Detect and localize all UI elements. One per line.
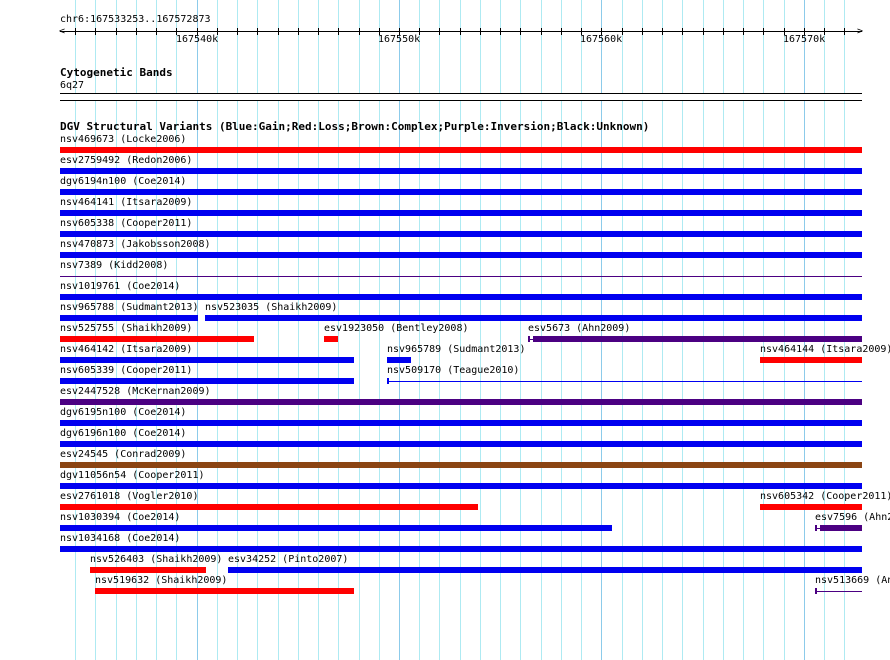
variant-dgv6196n100[interactable] [60, 441, 862, 447]
variant-nsv464144[interactable] [760, 357, 862, 363]
variant-label: nsv464144 (Itsara2009) [760, 344, 890, 355]
variant-nsv605338[interactable] [60, 231, 862, 237]
variant-label: dgv6195n100 (Coe2014) [60, 407, 187, 418]
variant-label: nsv523035 (Shaikh2009) [205, 302, 338, 313]
variant-esv2761018[interactable] [60, 504, 478, 510]
variant-nsv1019761[interactable] [60, 294, 862, 300]
variant-label: nsv464142 (Itsara2009) [60, 344, 193, 355]
variant-label: esv7596 (Ahn2 [815, 512, 890, 523]
variant-nsv526403[interactable] [90, 567, 206, 573]
variant-label: esv1923050 (Bentley2008) [324, 323, 469, 334]
variant-label: nsv509170 (Teague2010) [387, 365, 520, 376]
variant-label: nsv519632 (Shaikh2009) [95, 575, 228, 586]
dgv-track: nsv469673 (Locke2006) esv2759492 (Redon20… [0, 0, 890, 660]
variant-nsv519632[interactable] [95, 588, 354, 594]
variant-esv34252[interactable] [228, 567, 862, 573]
variant-nsv605339[interactable] [60, 378, 354, 384]
variant-label: nsv470873 (Jakobsson2008) [60, 239, 211, 250]
variant-label: esv5673 (Ahn2009) [528, 323, 631, 334]
variant-esv7596[interactable] [820, 525, 862, 531]
variant-nsv1030394[interactable] [60, 525, 612, 531]
variant-nsv605342[interactable] [760, 504, 862, 510]
variant-esv2759492[interactable] [60, 168, 862, 174]
variant-label: nsv1019761 (Coe2014) [60, 281, 181, 292]
variant-esv2447528[interactable] [60, 399, 862, 405]
variant-label: nsv605339 (Cooper2011) [60, 365, 193, 376]
variant-nsv470873[interactable] [60, 252, 862, 258]
variant-nsv965788[interactable] [60, 315, 198, 321]
variant-label: dgv6196n100 (Coe2014) [60, 428, 187, 439]
variant-nsv1034168[interactable] [60, 546, 862, 552]
variant-dgv11056n54[interactable] [60, 483, 862, 489]
variant-esv1923050[interactable] [324, 336, 338, 342]
variant-esv5673[interactable] [533, 336, 862, 342]
variant-label: esv24545 (Conrad2009) [60, 449, 187, 460]
variant-label: dgv6194n100 (Coe2014) [60, 176, 187, 187]
variant-label: nsv965789 (Sudmant2013) [387, 344, 526, 355]
variant-label: nsv1030394 (Coe2014) [60, 512, 181, 523]
variant-nsv523035[interactable] [205, 315, 862, 321]
variant-nsv965789[interactable] [387, 357, 411, 363]
variant-label: nsv464141 (Itsara2009) [60, 197, 193, 208]
variant-label: nsv526403 (Shaikh2009) [90, 554, 223, 565]
variant-nsv464141[interactable] [60, 210, 862, 216]
variant-nsv7389[interactable] [60, 276, 862, 277]
variant-label: esv34252 (Pinto2007) [228, 554, 349, 565]
variant-nsv525755[interactable] [60, 336, 254, 342]
variant-label: nsv525755 (Shaikh2009) [60, 323, 193, 334]
variant-nsv469673[interactable] [60, 147, 862, 153]
variant-label: nsv605338 (Cooper2011) [60, 218, 193, 229]
variant-nsv509170[interactable] [387, 381, 862, 382]
variant-nsv464142[interactable] [60, 357, 354, 363]
variant-esv24545[interactable] [60, 462, 862, 468]
variant-dgv6195n100[interactable] [60, 420, 862, 426]
variant-label: dgv11056n54 (Cooper2011) [60, 470, 205, 481]
variant-label: nsv605342 (Cooper2011) [760, 491, 890, 502]
variant-label: nsv513669 (An [815, 575, 890, 586]
variant-label: nsv1034168 (Coe2014) [60, 533, 181, 544]
variant-label: nsv469673 (Locke2006) [60, 134, 187, 145]
variant-dgv6194n100[interactable] [60, 189, 862, 195]
variant-nsv513669[interactable] [815, 591, 862, 592]
variant-label: nsv7389 (Kidd2008) [60, 260, 169, 271]
variant-label: esv2759492 (Redon2006) [60, 155, 193, 166]
variant-label: esv2761018 (Vogler2010) [60, 491, 199, 502]
variant-label: esv2447528 (McKernan2009) [60, 386, 211, 397]
variant-label: nsv965788 (Sudmant2013) [60, 302, 199, 313]
